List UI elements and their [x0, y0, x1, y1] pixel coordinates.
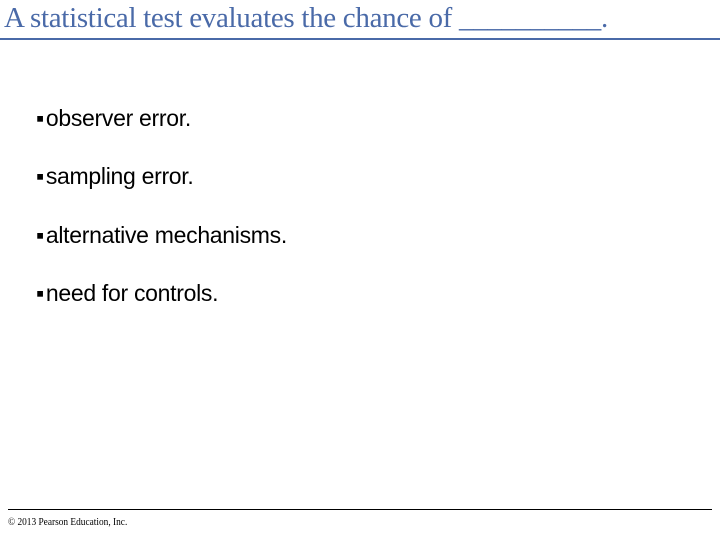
- option-item: ▪ alternative mechanisms.: [36, 223, 287, 248]
- option-item: ▪ need for controls.: [36, 281, 287, 306]
- option-item: ▪ sampling error.: [36, 164, 287, 189]
- options-list: ▪ observer error. ▪ sampling error. ▪ al…: [36, 106, 287, 339]
- option-text: sampling error.: [46, 164, 194, 189]
- title-underline: [0, 38, 720, 40]
- option-item: ▪ observer error.: [36, 106, 287, 131]
- square-bullet-icon: ▪: [36, 165, 44, 188]
- square-bullet-icon: ▪: [36, 224, 44, 247]
- copyright-text: © 2013 Pearson Education, Inc.: [8, 516, 127, 528]
- option-text: need for controls.: [46, 281, 218, 306]
- square-bullet-icon: ▪: [36, 107, 44, 130]
- option-text: alternative mechanisms.: [46, 223, 287, 248]
- footer-divider: [8, 509, 712, 510]
- slide-container: A statistical test evaluates the chance …: [0, 0, 720, 540]
- slide-title: A statistical test evaluates the chance …: [0, 2, 720, 35]
- square-bullet-icon: ▪: [36, 282, 44, 305]
- option-text: observer error.: [46, 106, 191, 131]
